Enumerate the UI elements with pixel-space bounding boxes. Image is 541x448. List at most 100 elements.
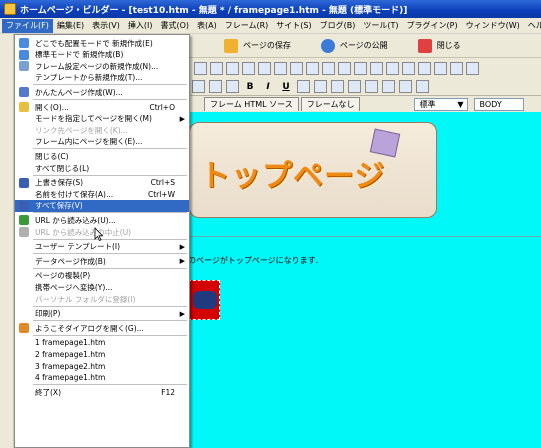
menu-item-label: すべて保存(V) [35,201,83,211]
layout-icon[interactable] [386,61,399,75]
tab-frame-html-source[interactable]: フレーム HTML ソース [204,97,299,111]
file-menu-item[interactable]: かんたんページ作成(W)... [15,86,189,98]
insert-anchor-icon[interactable] [290,61,303,75]
menu-view[interactable]: 表示(V) [88,19,124,33]
save-page-button[interactable]: ページの保存 [218,37,297,55]
spell-icon[interactable] [450,61,463,75]
find-icon[interactable] [466,61,479,75]
cut-icon[interactable] [192,80,205,93]
file-menu-item[interactable]: 標準モードで 新規作成(B) [15,49,189,61]
preview-icon[interactable] [402,61,415,75]
menu-item-label: URL から読み込み(U)... [35,215,116,225]
menu-separator [33,84,187,86]
body-paragraph[interactable]: のページがトップページになります. [188,255,318,266]
menu-format[interactable]: 書式(O) [156,19,193,33]
submenu-arrow-icon: ▶ [179,257,185,266]
align-center-icon[interactable] [365,80,378,93]
underline-icon[interactable]: U [279,82,293,92]
color-icon[interactable] [418,61,431,75]
insert-media-icon[interactable] [306,61,319,75]
gift-box-icon [369,128,401,158]
style-icon[interactable] [434,61,447,75]
file-menu-item[interactable]: 2 framepage1.htm [15,348,189,360]
close-button[interactable]: 閉じる [412,37,467,55]
menu-tools[interactable]: ツール(T) [359,19,402,33]
app-icon [4,3,16,15]
font-size-down-icon[interactable] [314,80,327,93]
mouse-cursor-icon [94,227,104,241]
file-menu-item[interactable]: どこでも配置モードで 新規作成(E) [15,37,189,49]
menu-plugin[interactable]: プラグイン(P) [403,19,462,33]
insert-script-icon[interactable] [354,61,367,75]
insert-image-icon[interactable] [194,61,207,75]
file-menu-item[interactable]: URL から読み込み(U)... [15,214,189,226]
align-right-icon[interactable] [382,80,395,93]
file-menu-item[interactable]: 4 framepage1.htm [15,372,189,384]
menu-frame[interactable]: フレーム(R) [221,19,273,33]
menu-table[interactable]: 表(A) [193,19,221,33]
menu-file[interactable]: ファイル(F) [2,18,53,33]
font-size-up-icon[interactable] [297,80,310,93]
menu-item-shortcut: Ctrl+W [147,189,175,199]
menu-separator [33,212,187,214]
menu-separator [33,334,187,336]
menu-help[interactable]: ヘルプ(H) [524,19,541,33]
menu-item-label: 名前を付けて保存(A)... [35,189,114,199]
tab-no-frame[interactable]: フレームなし [300,97,361,111]
insert-list-icon[interactable] [322,61,335,75]
insert-form-icon[interactable] [242,61,255,75]
insert-table-icon[interactable] [226,61,239,75]
menu-separator [33,305,187,307]
file-menu-item[interactable]: すべて保存(V) [15,199,189,212]
file-menu-item[interactable]: すべて閉じる(L) [15,162,189,174]
new-freelayout-icon [19,38,29,48]
paragraph-style-select[interactable]: 標準 ▼ [414,97,469,111]
file-menu-item[interactable]: 1 framepage1.htm [15,337,189,349]
insert-frame-icon[interactable] [338,61,351,75]
indent-icon[interactable] [416,80,429,93]
file-menu-item: リンク先ページを開く(K)... [15,124,189,136]
file-menu-item[interactable]: テンプレートから新規作成(T)... [15,72,189,84]
file-menu-item[interactable]: 上書き保存(S) Ctrl+S [15,177,189,189]
menu-edit[interactable]: 編集(E) [53,19,88,33]
file-menu-item[interactable]: ようこそダイアログを開く(G)... [15,322,189,334]
menu-item-label: URL から読み込みの中止(U) [35,227,132,237]
publish-page-button[interactable]: ページの公開 [315,37,394,55]
menu-item-label: モードを指定してページを開く(M) [35,114,152,124]
file-menu-item[interactable]: 3 framepage2.htm [15,360,189,372]
file-menu-item[interactable]: 閉じる(C) [15,150,189,162]
file-menu-item[interactable]: 名前を付けて保存(A)... Ctrl+W [15,188,189,200]
insert-button-icon[interactable] [274,61,287,75]
grid-icon[interactable] [370,61,383,75]
menu-item-label: 印刷(P) [35,309,61,319]
italic-icon[interactable]: I [261,82,275,92]
insert-link-icon[interactable] [210,61,223,75]
top-page-banner-image[interactable]: トップページ [189,122,437,218]
menu-insert[interactable]: 挿入(I) [124,19,157,33]
file-menu-item[interactable]: モードを指定してページを開く(M) ▶ [15,113,189,125]
file-menu-item[interactable]: ページの複製(P) [15,270,189,282]
menu-separator [33,267,187,269]
bold-icon[interactable]: B [243,82,257,92]
file-menu-item[interactable]: フレーム設定ページの新規作成(N)... [15,60,189,72]
banner-text: トップページ [200,159,386,194]
font-color-icon[interactable] [331,80,344,93]
file-menu-item[interactable]: 印刷(P) ▶ [15,308,189,320]
body-tag-select[interactable]: BODY [474,97,525,111]
file-menu-item[interactable]: 携帯ページへ変換(Y)... [15,281,189,293]
file-menu-item[interactable]: フレーム内にページを開く(E)... [15,136,189,148]
file-menu-item[interactable]: 終了(X) F12 [15,386,189,398]
selected-image[interactable] [188,280,220,320]
align-left-icon[interactable] [348,80,361,93]
insert-line-icon[interactable] [258,61,271,75]
chevron-down-icon: ▼ [457,99,464,109]
menu-site[interactable]: サイト(S) [272,19,315,33]
file-menu-item[interactable]: ユーザー テンプレート(I) ▶ [15,241,189,253]
file-menu-item[interactable]: データページ作成(B) ▶ [15,255,189,267]
menu-blog[interactable]: ブログ(B) [316,19,360,33]
paste-icon[interactable] [226,80,239,93]
file-menu-item[interactable]: 開く(O)... Ctrl+O [15,101,189,113]
copy-icon[interactable] [209,80,222,93]
menu-window[interactable]: ウィンドウ(W) [462,19,524,33]
bullet-list-icon[interactable] [399,80,412,93]
